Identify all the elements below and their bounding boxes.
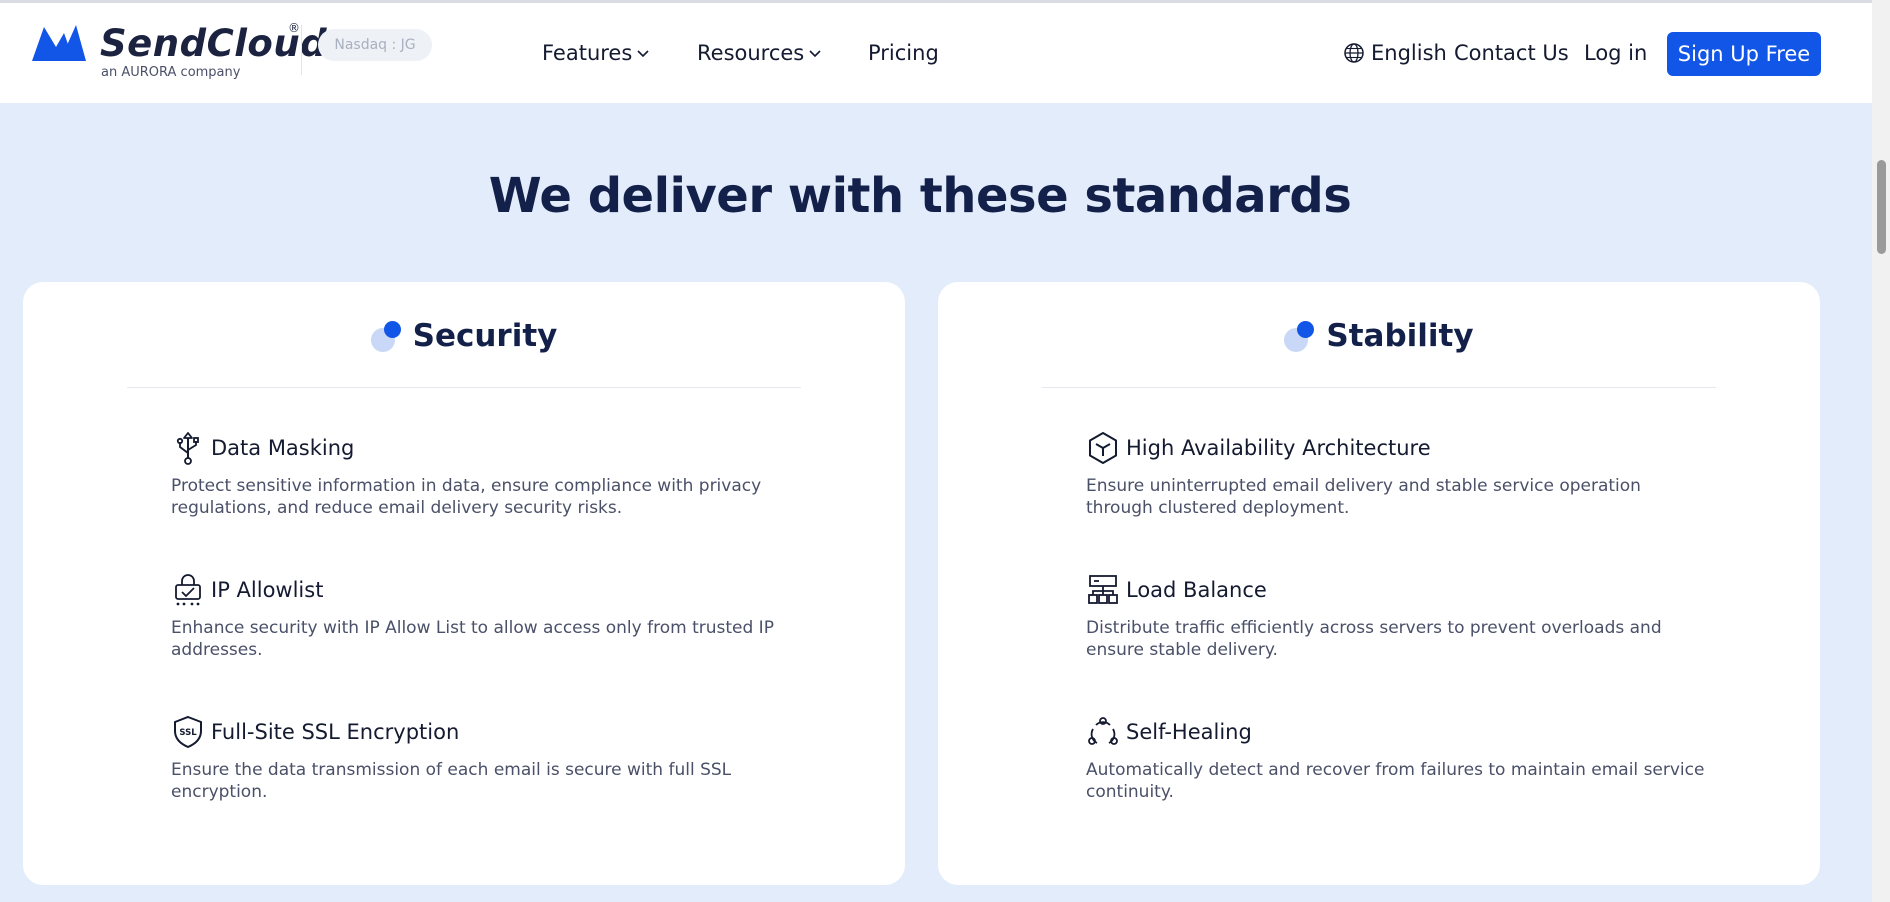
feature-description: Ensure the data transmission of each ema… bbox=[171, 760, 732, 802]
language-selector[interactable]: English bbox=[1343, 41, 1447, 65]
logo-divider bbox=[301, 25, 302, 75]
bullet-dots-icon bbox=[1284, 320, 1316, 352]
server-hierarchy-icon bbox=[1086, 573, 1120, 607]
feature-description: Automatically detect and recover from fa… bbox=[1086, 760, 1705, 802]
feature-title: High Availability Architecture bbox=[1126, 436, 1431, 460]
logo-tagline: an AURORA company bbox=[101, 65, 241, 80]
ssl-shield-icon: SSL bbox=[171, 715, 205, 749]
feature-description: Protect sensitive information in data, e… bbox=[171, 476, 762, 518]
lock-network-icon bbox=[171, 573, 205, 607]
feature-item: Data Masking Protect sensitive informati… bbox=[171, 430, 811, 519]
feature-item: Self-Healing Automatically detect and re… bbox=[1086, 714, 1726, 803]
bullet-dots-icon bbox=[370, 320, 403, 352]
registered-mark: ® bbox=[288, 21, 300, 35]
security-card: Security Data Masking Protect sensitive … bbox=[23, 282, 905, 885]
nav-pricing[interactable]: Pricing bbox=[868, 41, 939, 65]
feature-item: High Availability Architecture Ensure un… bbox=[1086, 430, 1726, 519]
nav-resources-label: Resources bbox=[697, 41, 805, 65]
feature-title: Data Masking bbox=[211, 436, 355, 460]
stability-card: Stability High Availability Architecture… bbox=[938, 282, 1820, 885]
nav-features-label: Features bbox=[542, 41, 633, 65]
sendcloud-logo[interactable]: SendCloud ® an AURORA company bbox=[30, 19, 327, 85]
card-header: Security bbox=[23, 318, 905, 354]
feature-description: Ensure uninterrupted email delivery and … bbox=[1086, 476, 1641, 518]
svg-text:SSL: SSL bbox=[179, 728, 197, 738]
usb-icon bbox=[171, 431, 205, 465]
cube-icon bbox=[1086, 431, 1120, 465]
nav-resources[interactable]: Resources bbox=[697, 41, 822, 65]
feature-title: IP Allowlist bbox=[211, 578, 324, 602]
card-divider bbox=[127, 387, 801, 388]
feature-title: Full-Site SSL Encryption bbox=[211, 720, 460, 744]
feature-title: Self-Healing bbox=[1126, 720, 1252, 744]
card-header: Stability bbox=[938, 318, 1820, 354]
feature-title: Load Balance bbox=[1126, 578, 1267, 602]
card-divider bbox=[1042, 387, 1716, 388]
nav-pricing-label: Pricing bbox=[868, 41, 939, 65]
language-label: English bbox=[1371, 41, 1447, 65]
login-link[interactable]: Log in bbox=[1584, 41, 1647, 65]
logo-mark-icon bbox=[32, 25, 86, 61]
contact-us-link[interactable]: Contact Us bbox=[1454, 41, 1569, 65]
signup-button[interactable]: Sign Up Free bbox=[1667, 32, 1821, 76]
scrollbar-thumb[interactable] bbox=[1877, 160, 1886, 254]
chevron-down-icon bbox=[637, 50, 649, 58]
feature-item: IP Allowlist Enhance security with IP Al… bbox=[171, 572, 811, 661]
feature-description: Distribute traffic efficiently across se… bbox=[1086, 618, 1662, 660]
nasdaq-ticker-badge: Nasdaq : JG bbox=[318, 29, 432, 61]
nav-features[interactable]: Features bbox=[542, 41, 650, 65]
chevron-down-icon bbox=[809, 50, 821, 58]
feature-item: SSL Full-Site SSL Encryption Ensure the … bbox=[171, 714, 811, 803]
card-title: Security bbox=[412, 318, 558, 354]
page-scrollbar[interactable] bbox=[1872, 0, 1890, 902]
feature-description: Enhance security with IP Allow List to a… bbox=[171, 618, 774, 660]
self-healing-icon bbox=[1086, 715, 1120, 749]
section-title: We deliver with these standards bbox=[488, 168, 1352, 224]
site-header: SendCloud ® an AURORA company Nasdaq : J… bbox=[0, 0, 1872, 103]
globe-icon bbox=[1344, 43, 1364, 63]
card-title: Stability bbox=[1326, 318, 1474, 354]
feature-item: Load Balance Distribute traffic efficien… bbox=[1086, 572, 1726, 661]
